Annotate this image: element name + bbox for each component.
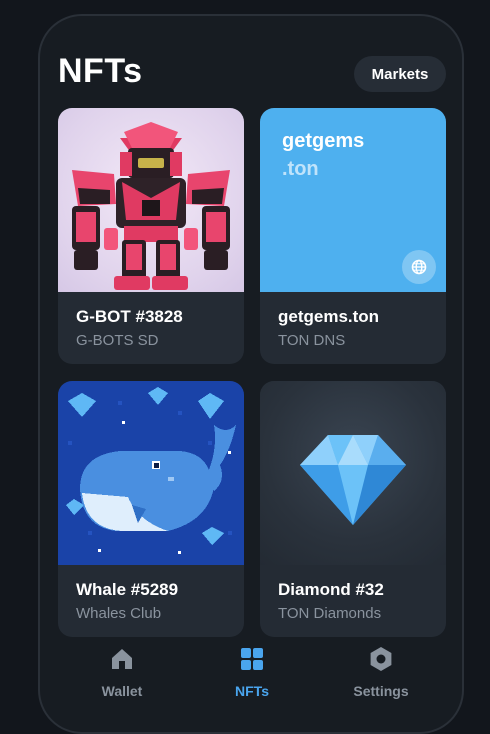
markets-button[interactable]: Markets: [354, 56, 446, 92]
gear-icon: [370, 647, 392, 671]
nft-collection: Whales Club: [76, 605, 162, 622]
nft-name: Whale #5289: [76, 580, 179, 599]
tab-settings[interactable]: Settings: [321, 646, 441, 699]
nft-image-whale: [58, 381, 244, 565]
home-icon: [112, 649, 132, 669]
tab-label: NFTs: [235, 683, 269, 699]
nft-image-gbot: [58, 108, 244, 292]
page-title: NFTs: [58, 52, 143, 90]
nft-collection: TON DNS: [278, 332, 346, 349]
phone-frame: NFTs Markets G-BOT #3828 G-BOTS SD getge…: [38, 14, 464, 734]
nft-name: getgems.ton: [278, 307, 380, 326]
globe-icon[interactable]: [402, 250, 436, 284]
nft-card-diamond[interactable]: Diamond #32 TON Diamonds: [260, 381, 446, 637]
nft-image-getgems: getgems .ton: [260, 108, 446, 292]
nft-card-gbot[interactable]: G-BOT #3828 G-BOTS SD: [58, 108, 244, 364]
nft-image-diamond: [260, 381, 446, 565]
tab-label: Wallet: [101, 683, 143, 699]
nft-name: Diamond #32: [278, 580, 384, 599]
nft-card-whale[interactable]: Whale #5289 Whales Club: [58, 381, 244, 637]
domain-label: getgems: [282, 130, 365, 152]
tab-wallet[interactable]: Wallet: [62, 646, 182, 699]
tab-label: Settings: [353, 683, 409, 699]
domain-suffix: .ton: [282, 158, 319, 180]
tab-nfts[interactable]: NFTs: [192, 646, 312, 699]
nft-collection: TON Diamonds: [278, 605, 382, 622]
tab-bar: Wallet NFTs Settings: [40, 646, 462, 726]
grid-icon: [241, 648, 263, 670]
nft-card-getgems[interactable]: getgems .ton getgems.ton TON DNS: [260, 108, 446, 364]
nft-name: G-BOT #3828: [76, 307, 183, 326]
nft-collection: G-BOTS SD: [76, 332, 159, 349]
